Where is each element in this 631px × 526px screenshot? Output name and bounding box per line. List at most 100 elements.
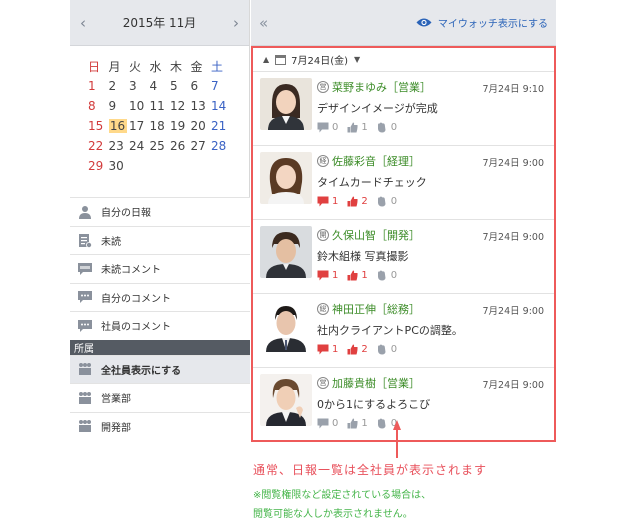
menu-item-all-staff[interactable]: 全社員表示にする xyxy=(70,354,250,383)
calendar-day[interactable]: 26 xyxy=(170,139,191,153)
author-name[interactable]: 神田正伸［総務］ xyxy=(332,301,420,317)
calendar-week-row: 1 2 3 4 5 6 7 xyxy=(88,76,249,96)
group-icon xyxy=(76,390,94,406)
author-name[interactable]: 加藤貴樹［営業］ xyxy=(332,375,420,391)
author-name[interactable]: 佐藤彩音［経理］ xyxy=(332,153,420,169)
calendar-day[interactable]: 23 xyxy=(109,139,130,153)
report-entry[interactable]: 営 加藤貴樹［営業］ 7月24日 9:00 0から1にするよろこび 0 1 0 xyxy=(253,368,554,442)
department-badge: 総 xyxy=(317,303,329,315)
author-name[interactable]: 菜野まゆみ［営業］ xyxy=(332,79,431,95)
calendar-day[interactable]: 5 xyxy=(170,79,191,93)
calendar-day[interactable]: 27 xyxy=(191,139,212,153)
report-title[interactable]: タイムカードチェック xyxy=(317,174,427,190)
report-entry[interactable]: 経 佐藤彩音［経理］ 7月24日 9:00 タイムカードチェック 1 2 0 xyxy=(253,146,554,220)
calendar-day[interactable]: 15 xyxy=(88,119,109,133)
menu-item-sales-dept[interactable]: 営業部 xyxy=(70,383,250,412)
thumbs-up-icon xyxy=(346,270,358,281)
new-comment-icon xyxy=(76,261,94,277)
report-entry[interactable]: 開 久保山智［開発］ 7月24日 9:00 鈴木組様 写真撮影 1 1 0 xyxy=(253,220,554,294)
calendar-day[interactable]: 20 xyxy=(191,119,212,133)
next-month-button[interactable]: › xyxy=(229,14,243,32)
prev-month-button[interactable]: ‹ xyxy=(76,14,90,32)
calendar-weekday-row: 日 月 火 水 木 金 土 xyxy=(88,56,249,76)
calendar-day[interactable]: 24 xyxy=(129,139,150,153)
comment-count[interactable]: 1 xyxy=(317,196,338,207)
calendar-day[interactable]: 13 xyxy=(191,99,212,113)
calendar-day[interactable]: 18 xyxy=(150,119,171,133)
calendar-day[interactable]: 10 xyxy=(129,99,150,113)
comment-count[interactable]: 1 xyxy=(317,344,338,355)
author-name[interactable]: 久保山智［開発］ xyxy=(332,227,420,243)
weekday-label: 金 xyxy=(190,59,203,74)
report-title[interactable]: 0から1にするよろこび xyxy=(317,396,430,412)
my-watch-toggle[interactable]: マイウォッチ表示にする xyxy=(416,15,548,30)
report-entry[interactable]: 総 神田正伸［総務］ 7月24日 9:00 社内クライアントPCの調整。 1 2… xyxy=(253,294,554,368)
collapse-sidebar-button[interactable]: « xyxy=(259,14,268,32)
calendar-day[interactable]: 2 xyxy=(109,79,130,93)
like-count[interactable]: 2 xyxy=(346,344,368,355)
comment-count[interactable]: 1 xyxy=(317,270,338,281)
department-badge: 経 xyxy=(317,155,329,167)
post-time: 7月24日 9:00 xyxy=(482,232,545,243)
calendar-day-today[interactable]: 16 xyxy=(108,119,127,133)
calendar-day[interactable]: 8 xyxy=(88,99,109,113)
menu-item-unread[interactable]: 未読 xyxy=(70,225,250,254)
like-count[interactable]: 1 xyxy=(346,270,368,281)
menu-item-my-comments[interactable]: 自分のコメント xyxy=(70,282,250,311)
report-entry[interactable]: 営 菜野まゆみ［営業］ 7月24日 9:10 デザインイメージが完成 0 1 0 xyxy=(253,72,554,146)
avatar[interactable] xyxy=(260,152,312,204)
comment-count[interactable]: 0 xyxy=(317,418,338,429)
menu-item-dev-dept[interactable]: 開発部 xyxy=(70,411,250,440)
calendar-day[interactable]: 29 xyxy=(88,159,109,173)
report-title[interactable]: デザインイメージが完成 xyxy=(317,100,438,116)
calendar-day[interactable]: 17 xyxy=(129,119,150,133)
calendar-day[interactable]: 3 xyxy=(129,79,150,93)
feed-date-bar[interactable]: ▲ 7月24日(金) ▼ xyxy=(253,48,554,72)
section-header-affiliation: 所属 xyxy=(70,339,250,355)
report-title[interactable]: 鈴木組様 写真撮影 xyxy=(317,248,409,264)
weekday-label: 日 xyxy=(88,59,101,74)
weekday-label: 月 xyxy=(108,59,121,74)
calendar-week-row: 15 16 17 18 19 20 21 xyxy=(88,116,249,136)
calendar-day[interactable]: 7 xyxy=(211,79,232,93)
avatar[interactable] xyxy=(260,374,312,426)
read-count[interactable]: 0 xyxy=(376,270,397,281)
read-count[interactable]: 0 xyxy=(376,344,397,355)
calendar-day[interactable]: 12 xyxy=(170,99,191,113)
read-count[interactable]: 0 xyxy=(376,196,397,207)
calendar-day[interactable]: 19 xyxy=(170,119,191,133)
weekday-label: 火 xyxy=(129,59,142,74)
calendar-day[interactable]: 21 xyxy=(211,119,232,133)
daily-report-feed: ▲ 7月24日(金) ▼ 営 菜野まゆみ［営業］ 7月24日 9:10 デザイン… xyxy=(251,46,556,442)
comment-icon xyxy=(317,122,329,133)
read-count[interactable]: 0 xyxy=(376,122,397,133)
calendar-day[interactable]: 28 xyxy=(211,139,232,153)
calendar-day[interactable]: 14 xyxy=(211,99,232,113)
avatar[interactable] xyxy=(260,300,312,352)
calendar-day[interactable]: 25 xyxy=(150,139,171,153)
like-count[interactable]: 1 xyxy=(346,122,368,133)
dropdown-icon[interactable]: ▼ xyxy=(354,55,360,64)
calendar-day[interactable]: 30 xyxy=(109,159,130,173)
calendar-day[interactable]: 1 xyxy=(88,79,109,93)
comment-icon xyxy=(317,344,329,355)
calendar-day[interactable]: 4 xyxy=(150,79,171,93)
calendar-day[interactable]: 22 xyxy=(88,139,109,153)
calendar-day[interactable]: 11 xyxy=(150,99,171,113)
avatar[interactable] xyxy=(260,78,312,130)
avatar[interactable] xyxy=(260,226,312,278)
menu-item-staff-comments[interactable]: 社員のコメント xyxy=(70,311,250,340)
collapse-up-icon[interactable]: ▲ xyxy=(263,55,269,64)
calendar-day[interactable]: 9 xyxy=(109,99,130,113)
like-count[interactable]: 1 xyxy=(346,418,368,429)
comment-count[interactable]: 0 xyxy=(317,122,338,133)
calendar-day[interactable]: 6 xyxy=(191,79,212,93)
weekday-label: 土 xyxy=(211,59,224,74)
menu-item-my-reports[interactable]: 自分の日報 xyxy=(70,197,250,226)
department-badge: 営 xyxy=(317,81,329,93)
report-title[interactable]: 社内クライアントPCの調整。 xyxy=(317,322,463,338)
menu-item-unread-comments[interactable]: 未読コメント xyxy=(70,254,250,283)
menu-item-label: 営業部 xyxy=(101,394,131,406)
like-count[interactable]: 2 xyxy=(346,196,368,207)
group-icon xyxy=(76,361,94,377)
